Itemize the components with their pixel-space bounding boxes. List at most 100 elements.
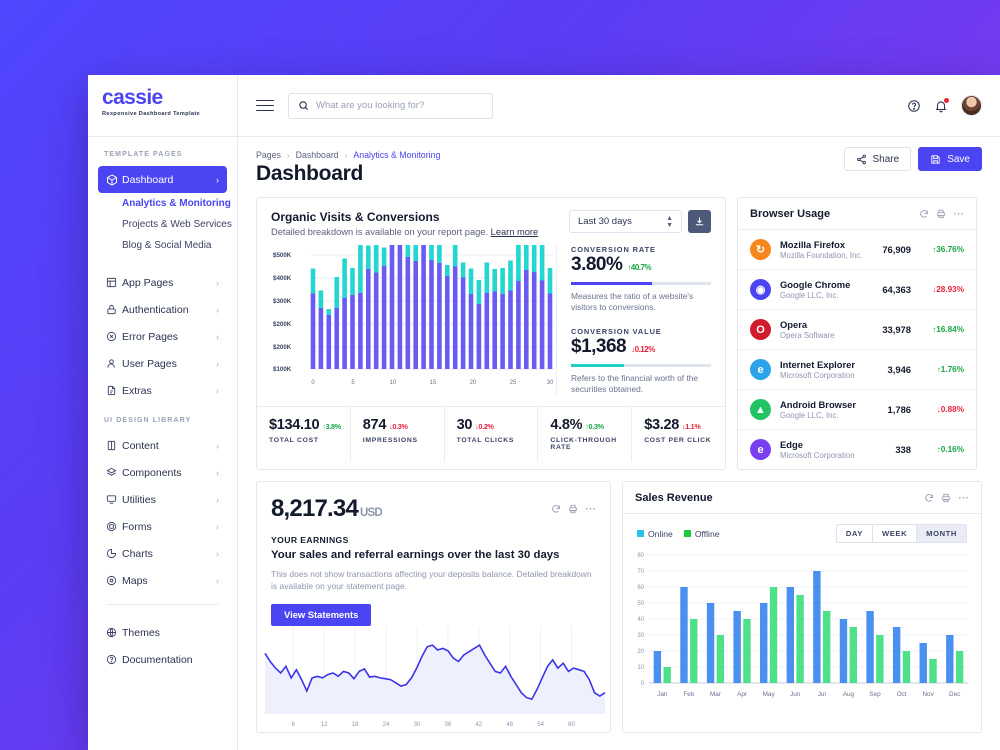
sidebar-item-charts[interactable]: Charts › [98, 540, 227, 567]
stat-item: $134.10 ↑3.8% TOTAL COST [257, 406, 351, 462]
svg-text:Jun: Jun [790, 691, 801, 698]
sidebar-subitem-projects-web-services[interactable]: Projects & Web Services [88, 214, 237, 235]
learn-more-link[interactable]: Learn more [491, 227, 539, 237]
conversion-value-delta: ↓0.12% [631, 345, 655, 355]
earnings-amount-row: 8,217.34 USD [271, 495, 551, 523]
browser-info: Google Chrome Google LLC, Inc. [780, 279, 882, 300]
svg-text:Feb: Feb [683, 691, 694, 698]
app-window: cassie Responsive Dashboard Template TEM… [88, 75, 1000, 750]
sidebar-subitem-blog-social-media[interactable]: Blog & Social Media [88, 235, 237, 256]
chevron-right-icon: › [216, 174, 219, 185]
earnings-subtitle: Your sales and referral earnings over th… [271, 549, 560, 561]
legend-item: Online [637, 529, 673, 539]
svg-text:30: 30 [414, 722, 421, 728]
logo-tagline: Responsive Dashboard Template [102, 111, 201, 117]
organic-kpi-panel: CONVERSION RATE 3.80% ↑40.7% Measures th… [556, 245, 711, 396]
sidebar-item-label: Maps [122, 574, 148, 587]
sidebar-item-extras[interactable]: Extras › [98, 377, 227, 404]
chevron-right-icon: › [216, 494, 219, 505]
browser-row[interactable]: ▲ Android Browser Google LLC, Inc. 1,786 ↓0.… [738, 390, 976, 430]
svg-text:48: 48 [506, 722, 513, 728]
svg-text:Sep: Sep [869, 691, 881, 698]
more-icon[interactable]: ⋯ [585, 504, 596, 515]
stat-value: 874 ↓0.3% [362, 416, 408, 433]
svg-text:70: 70 [637, 569, 644, 575]
sidebar-divider [106, 604, 219, 605]
sidebar-item-utilities[interactable]: Utilities › [98, 486, 227, 513]
refresh-icon[interactable] [551, 504, 561, 514]
hamburger-icon[interactable] [256, 96, 274, 114]
sidebar-item-documentation[interactable]: Documentation [98, 646, 227, 673]
breadcrumb-item-dashboard[interactable]: Dashboard [296, 150, 339, 160]
user-icon [106, 358, 122, 369]
more-icon[interactable]: ⋯ [953, 208, 964, 219]
sidebar-item-user-pages[interactable]: User Pages › [98, 350, 227, 377]
legend-label: Offline [694, 528, 720, 539]
period-day[interactable]: DAY [837, 525, 873, 542]
browser-row[interactable]: e Internet Explorer Microsoft Corporation 3… [738, 350, 976, 390]
svg-text:May: May [763, 691, 776, 698]
page-actions: Share Save [843, 147, 982, 171]
print-icon[interactable] [936, 209, 946, 219]
conversion-rate-bar [571, 282, 711, 285]
more-icon[interactable]: ⋯ [958, 492, 969, 503]
organic-card-subtitle: Detailed breakdown is available on your … [271, 227, 538, 237]
share-button[interactable]: Share [843, 147, 912, 171]
sidebar-item-themes[interactable]: Themes [98, 619, 227, 646]
sales-revenue-card: Sales Revenue ⋯ Online Offline DAY WEEK MON… [622, 481, 982, 733]
browser-row[interactable]: ↻ Mozilla Firefox Mozilla Foundation, Inc.… [738, 230, 976, 270]
conversion-rate-value-row: 3.80% ↑40.7% [571, 254, 711, 276]
sidebar-item-components[interactable]: Components › [98, 459, 227, 486]
sidebar-item-authentication[interactable]: Authentication › [98, 296, 227, 323]
help-circle-icon[interactable] [907, 99, 921, 113]
logo[interactable]: cassie Responsive Dashboard Template [88, 75, 237, 137]
period-month[interactable]: MONTH [917, 525, 966, 542]
share-icon [856, 154, 867, 165]
search-input[interactable] [316, 100, 483, 111]
view-statements-button[interactable]: View Statements [271, 603, 372, 626]
file-icon [106, 385, 122, 396]
breadcrumb-current[interactable]: Analytics & Monitoring [353, 150, 440, 160]
search-box[interactable] [288, 92, 493, 119]
sidebar-item-dashboard[interactable]: Dashboard › [98, 166, 227, 193]
pie-chart-icon [106, 548, 122, 559]
sidebar-item-content[interactable]: Content › [98, 432, 227, 459]
stat-delta: ↓0.2% [475, 421, 494, 431]
sidebar-item-maps[interactable]: Maps › [98, 567, 227, 594]
browser-usage-card: Browser Usage ⋯ ↻ Mozilla Firefox Mozilla … [737, 197, 977, 470]
browser-row[interactable]: e Edge Microsoft Corporation 338 ↑0.16% [738, 430, 976, 469]
breadcrumb-item-pages[interactable]: Pages [256, 150, 281, 160]
sidebar-item-forms[interactable]: Forms › [98, 513, 227, 540]
sidebar-item-label: Dashboard [122, 173, 174, 186]
browser-row[interactable]: ◉ Google Chrome Google LLC, Inc. 64,363 ↓28.… [738, 270, 976, 310]
sidebar-item-app-pages[interactable]: App Pages › [98, 269, 227, 296]
avatar[interactable] [961, 95, 982, 116]
sidebar-item-label: Utilities [122, 493, 156, 506]
period-week[interactable]: WEEK [873, 525, 918, 542]
browser-name: Internet Explorer [780, 359, 856, 370]
stat-label: TOTAL COST [269, 436, 319, 444]
page-header: Dashboard Share Save [256, 147, 982, 186]
browser-card-title: Browser Usage [750, 207, 831, 220]
svg-text:$200K: $200K [273, 321, 292, 328]
stat-item: 4.8% ↑0.3% CLICK-THROUGH RATE [538, 406, 633, 462]
refresh-icon[interactable] [919, 209, 929, 219]
save-button[interactable]: Save [918, 147, 982, 171]
browser-row[interactable]: O Opera Opera Software 33,978 ↑16.84% [738, 310, 976, 350]
stat-label: CLICK-THROUGH RATE [550, 436, 617, 451]
sidebar-subitem-analytics-monitoring[interactable]: Analytics & Monitoring [88, 193, 237, 214]
date-range-select[interactable]: Last 30 days ▲ ▼ [569, 210, 682, 233]
bell-icon[interactable] [934, 97, 949, 113]
sidebar-item-label: Forms [122, 520, 152, 533]
download-button[interactable] [688, 210, 711, 233]
chevron-right-icon: › [216, 385, 219, 396]
cube-icon [106, 173, 122, 186]
print-icon[interactable] [568, 504, 578, 514]
sidebar-item-error-pages[interactable]: Error Pages › [98, 323, 227, 350]
refresh-icon[interactable] [924, 493, 934, 503]
save-label: Save [947, 153, 970, 165]
sales-revenue-chart-svg: 0 10 20 30 40 50 60 70 80 Jan Feb Mar Apr May Jun Jul A… [637, 553, 968, 698]
organic-card-header: Organic Visits & Conversions Detailed br… [257, 198, 725, 243]
print-icon[interactable] [941, 493, 951, 503]
browser-logo-icon: O [750, 319, 771, 340]
